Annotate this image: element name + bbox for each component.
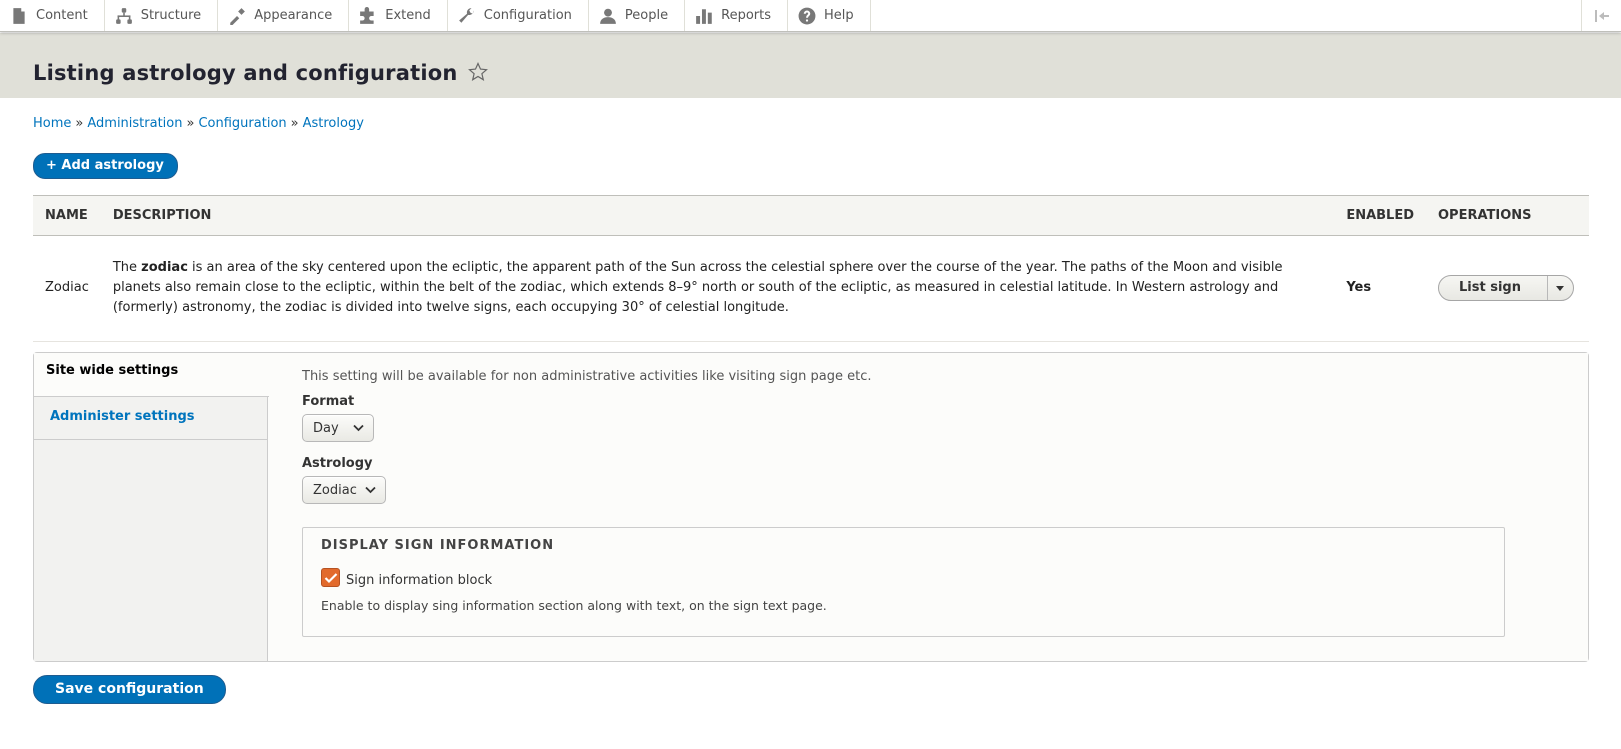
tab-panel: This setting will be available for non a…	[268, 353, 1588, 661]
toolbar-item-help[interactable]: Help	[788, 0, 871, 31]
toolbar-item-structure[interactable]: Structure	[105, 0, 219, 31]
toolbar-item-label: Help	[824, 8, 854, 23]
sign-info-checkbox-label[interactable]: Sign information block	[346, 573, 492, 588]
sign-info-checkbox-row: Sign information block	[321, 567, 1486, 588]
list-sign-button[interactable]: List sign	[1439, 276, 1548, 300]
column-header-description: Description	[100, 195, 1335, 236]
collapse-icon	[1594, 8, 1610, 24]
operations-dropbutton: List sign	[1438, 275, 1574, 301]
page-title: Listing astrology and configuration	[33, 61, 458, 85]
toolbar-item-extend[interactable]: Extend	[349, 0, 448, 31]
content-icon	[10, 7, 28, 25]
description-bold: zodiac	[141, 260, 188, 275]
description-text: is an area of the sky centered upon the …	[112, 260, 1283, 315]
page-header: Listing astrology and configuration	[0, 33, 1621, 98]
extend-icon	[359, 6, 377, 25]
row-name: Zodiac	[33, 235, 101, 342]
structure-icon	[115, 7, 133, 25]
toolbar-item-label: Reports	[721, 8, 771, 23]
toolbar-item-people[interactable]: People	[589, 0, 686, 31]
toolbar-item-appearance[interactable]: Appearance	[218, 0, 350, 31]
toolbar-orientation-toggle[interactable]	[1581, 0, 1621, 31]
toolbar-item-label: People	[624, 8, 669, 23]
astrology-label: Astrology	[302, 456, 373, 471]
breadcrumb: Home» Administration» Configuration» Astrol…	[33, 116, 1588, 131]
chevron-down-icon	[365, 483, 376, 498]
breadcrumb-separator: »	[75, 116, 84, 131]
toolbar-item-label: Appearance	[254, 8, 333, 23]
checkmark-icon	[324, 572, 338, 584]
row-operations: List sign	[1426, 235, 1589, 342]
sign-info-checkbox[interactable]	[321, 568, 340, 587]
main-content: Home» Administration» Configuration» Astrol…	[0, 116, 1621, 704]
chevron-down-icon	[353, 421, 364, 436]
toolbar-item-configuration[interactable]: Configuration	[448, 0, 589, 31]
column-header-enabled: Enabled	[1334, 195, 1426, 236]
format-label: Format	[302, 394, 355, 409]
admin-toolbar: Content Structure Appearance Extend Conf…	[0, 0, 1621, 32]
shortcut-star-icon[interactable]	[467, 62, 488, 86]
table-row: Zodiac The zodiac is an area of the sky …	[33, 235, 1589, 342]
breadcrumb-administration[interactable]: Administration	[87, 116, 182, 131]
astrology-select[interactable]: Zodiac	[302, 476, 386, 504]
vertical-tabs: Site wide settings Administer settings T…	[33, 352, 1589, 662]
column-header-name: Name	[33, 195, 101, 236]
description-text: The	[112, 260, 142, 275]
caret-down-icon	[1556, 285, 1565, 291]
format-value: Day	[313, 420, 339, 436]
format-select[interactable]: Day	[302, 414, 374, 442]
toolbar-item-label: Content	[36, 8, 88, 23]
toolbar-item-reports[interactable]: Reports	[685, 0, 788, 31]
appearance-icon	[228, 7, 246, 25]
toolbar-item-label: Structure	[140, 8, 202, 23]
reports-icon	[695, 7, 713, 25]
toolbar-item-label: Extend	[385, 8, 431, 23]
table-header-row: Name Description Enabled Operations	[33, 195, 1589, 236]
vertical-tabs-menu: Site wide settings Administer settings	[34, 353, 269, 661]
astrology-table: Name Description Enabled Operations Zodi…	[33, 195, 1589, 342]
people-icon	[599, 7, 617, 25]
row-enabled: Yes	[1334, 235, 1426, 342]
panel-description: This setting will be available for non a…	[302, 369, 872, 384]
tab-site-wide-settings[interactable]: Site wide settings	[34, 353, 269, 397]
checkbox-help-text: Enable to display sing information secti…	[321, 598, 827, 613]
display-sign-fieldset: Display sign information Sign informatio…	[302, 527, 1505, 637]
column-header-operations: Operations	[1426, 195, 1589, 236]
astrology-value: Zodiac	[313, 482, 357, 498]
configuration-icon	[458, 7, 476, 25]
help-icon	[798, 7, 816, 25]
breadcrumb-configuration[interactable]: Configuration	[198, 116, 286, 131]
operations-toggle[interactable]	[1548, 276, 1573, 300]
toolbar-item-content[interactable]: Content	[0, 0, 105, 31]
breadcrumb-astrology[interactable]: Astrology	[303, 116, 364, 131]
breadcrumb-home[interactable]: Home	[33, 116, 71, 131]
add-astrology-button[interactable]: + Add astrology	[33, 153, 178, 179]
fieldset-legend: Display sign information	[321, 538, 555, 553]
breadcrumb-separator: »	[290, 116, 299, 131]
breadcrumb-separator: »	[186, 116, 195, 131]
save-configuration-button[interactable]: Save configuration	[33, 675, 226, 704]
toolbar-item-label: Configuration	[483, 8, 572, 23]
tab-administer-settings[interactable]: Administer settings	[34, 397, 267, 440]
row-description: The zodiac is an area of the sky centere…	[100, 235, 1335, 342]
